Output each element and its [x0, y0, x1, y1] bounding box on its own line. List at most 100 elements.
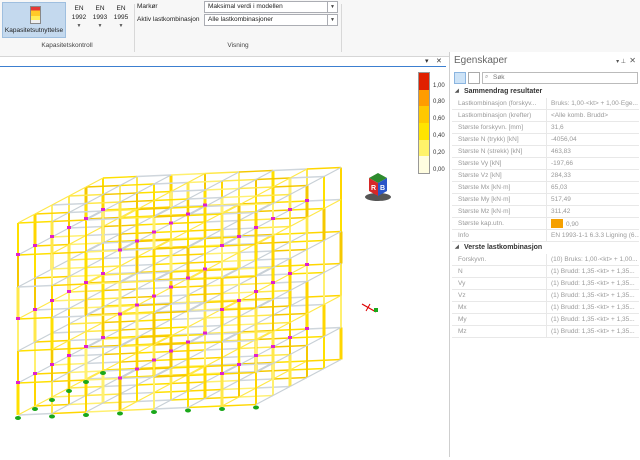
support-marker: [151, 410, 157, 414]
frame-member: [17, 213, 36, 224]
frame-member: [289, 264, 308, 275]
property-row[interactable]: Mz (1) Brudd: 1,35·<kt> + 1,35...: [452, 326, 639, 338]
marker-select[interactable]: Maksimal verdi i modellen ▼: [204, 1, 338, 13]
node-marker: [237, 235, 241, 238]
frame-member: [221, 195, 257, 199]
loadcomb-label: Aktiv lastkombinasjon: [137, 16, 200, 23]
property-value: (1) Brudd: 1,35·<kt> + 1,35...: [551, 268, 635, 275]
close-icon[interactable]: ✕: [436, 57, 442, 65]
frame-member: [85, 402, 104, 413]
frame-member: [51, 371, 70, 383]
panel-toolbar: ⌕ Søk: [452, 71, 639, 85]
frame-member: [17, 245, 36, 256]
property-row[interactable]: Største kap.utn. 0,90: [452, 218, 639, 230]
close-icon[interactable]: ✕: [629, 56, 636, 65]
view-cube-icon[interactable]: R B: [361, 170, 395, 204]
frame-member: [136, 391, 155, 403]
search-input[interactable]: ⌕ Søk: [482, 72, 638, 84]
property-row[interactable]: Største Mz [kN·m] 311,42: [452, 206, 639, 218]
frame-member: [51, 195, 70, 206]
frame-member: [255, 346, 274, 357]
legend-label: 0,20: [433, 150, 445, 156]
node-marker: [16, 253, 20, 256]
node-marker: [220, 308, 224, 311]
property-name: Største N (trykk) [kN]: [452, 134, 547, 145]
en1993-button[interactable]: EN 1993 ▼: [89, 4, 111, 31]
frame-member: [289, 232, 308, 243]
node-marker: [118, 312, 122, 316]
frame-member: [170, 172, 206, 176]
frame-member: [289, 360, 308, 371]
loadcomb-select[interactable]: Alle lastkombinasjoner ▼: [204, 14, 338, 26]
categorized-view-icon[interactable]: [454, 72, 466, 84]
legend-label: 0,60: [433, 116, 445, 122]
node-marker: [84, 281, 88, 284]
frame-member: [85, 321, 104, 333]
property-name: My: [452, 314, 547, 325]
property-row[interactable]: Mx (1) Brudd: 1,35·<kt> + 1,35...: [452, 302, 639, 314]
property-row[interactable]: My (1) Brudd: 1,35·<kt> + 1,35...: [452, 314, 639, 326]
view-dropdown-icon[interactable]: ▾: [425, 57, 429, 65]
property-row[interactable]: Største Mx [kN·m] 65,03: [452, 182, 639, 194]
property-row[interactable]: Største N (strekk) [kN] 463,83: [452, 146, 639, 158]
property-value: -197,66: [551, 160, 574, 167]
frame-member: [289, 328, 308, 339]
property-row[interactable]: Største My [kN·m] 517,49: [452, 194, 639, 206]
node-marker: [101, 336, 105, 339]
property-name: Største Mz [kN·m]: [452, 206, 547, 217]
property-row[interactable]: Lastkombinasjon (krefter) <Alle komb. Bru…: [452, 110, 639, 122]
frame-member: [255, 193, 291, 197]
frame-member: [204, 187, 240, 191]
property-name: Største kap.utn.: [452, 218, 547, 229]
frame-member: [68, 186, 87, 197]
chevron-down-icon: ▼: [327, 2, 337, 12]
property-row[interactable]: Største Vz [kN] 284,33: [452, 170, 639, 182]
frame-member: [221, 396, 240, 407]
property-row[interactable]: Vy (1) Brudd: 1,35·<kt> + 1,35...: [452, 278, 639, 290]
frame-member: [51, 202, 87, 206]
property-name: Største N (strekk) [kN]: [452, 146, 547, 157]
frame-member: [17, 412, 53, 416]
frame-member: [85, 353, 104, 365]
frame-member: [85, 257, 104, 269]
frame-member: [255, 282, 274, 293]
node-marker: [135, 303, 139, 307]
property-row[interactable]: N (1) Brudd: 1,35·<kt> + 1,35...: [452, 266, 639, 278]
frame-member: [85, 184, 121, 188]
frame-member: [221, 187, 240, 199]
property-row[interactable]: Forskyvn. (10) Bruks: 1,00·<kt> + 1,00...: [452, 254, 639, 266]
frame-member: [221, 315, 240, 327]
capacity-utilization-button[interactable]: Kapasitetsutnyttelse: [2, 2, 66, 38]
frame-member: [272, 273, 291, 284]
frame-member: [306, 303, 325, 315]
node-marker: [152, 230, 156, 234]
section-header-worst[interactable]: ◢ Verste lastkombinasjon: [452, 242, 639, 254]
group-label-view: Visning: [227, 42, 249, 49]
section-header-summary[interactable]: ◢ Sammendrag resultater: [452, 86, 639, 98]
frame-member: [306, 175, 325, 187]
model-3d-view[interactable]: R B: [0, 66, 446, 457]
property-row[interactable]: Største N (trykk) [kN] -4056,04: [452, 134, 639, 146]
en1992-button[interactable]: EN 1992 ▼: [68, 4, 90, 31]
node-marker: [67, 290, 71, 293]
property-row[interactable]: Info EN 1993-1-1 6.3.3 Ligning (6...: [452, 230, 639, 242]
frame-member: [306, 239, 325, 251]
property-row[interactable]: Største forskyvn. [mm] 31,6: [452, 122, 639, 134]
frame-member: [170, 390, 189, 401]
property-row[interactable]: Vz (1) Brudd: 1,35·<kt> + 1,35...: [452, 290, 639, 302]
node-marker: [305, 263, 309, 266]
node-marker: [305, 199, 309, 202]
list-view-icon[interactable]: [468, 72, 480, 84]
frame-member: [153, 222, 172, 234]
property-value: (1) Brudd: 1,35·<kt> + 1,35...: [551, 328, 635, 335]
node-marker: [33, 308, 37, 311]
frame-member: [119, 352, 138, 363]
frame-member: [255, 250, 274, 261]
frame-member: [34, 268, 53, 279]
en1995-button[interactable]: EN 1995 ▼: [110, 4, 132, 31]
property-row[interactable]: Største Vy [kN] -197,66: [452, 158, 639, 170]
properties-panel: Egenskaper ▾ ⊥ ✕ ⌕ Søk ◢ Sammendrag resu…: [449, 52, 640, 457]
property-row[interactable]: Lastkombinasjon (forskyv... Bruks: 1,00·<…: [452, 98, 639, 110]
frame-member: [272, 369, 291, 380]
pin-icon[interactable]: ▾ ⊥: [616, 58, 626, 65]
